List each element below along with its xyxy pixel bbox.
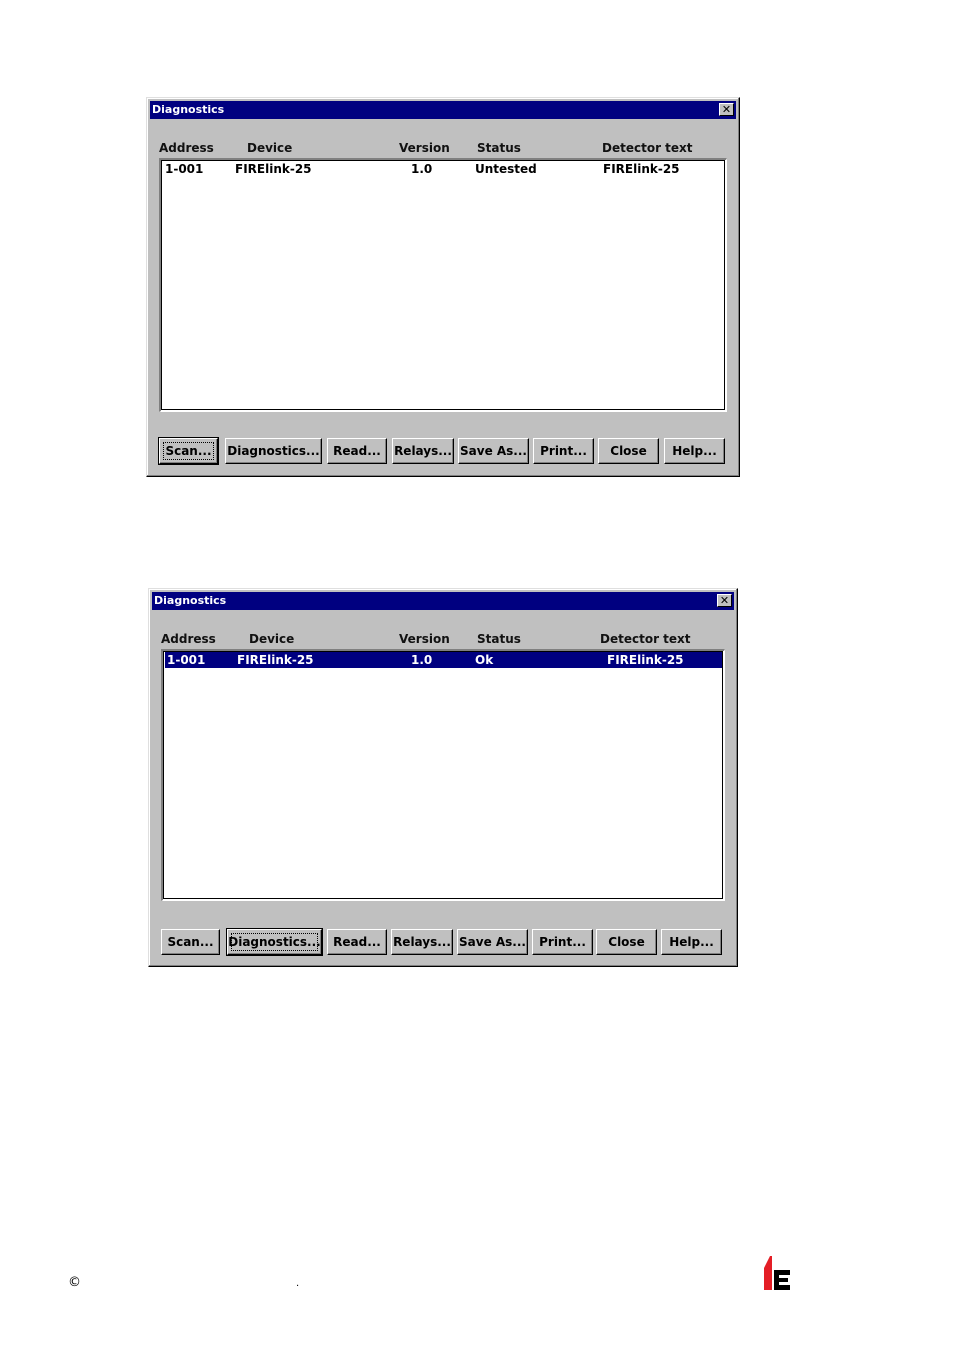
cell-version: 1.0 <box>411 653 433 667</box>
cell-version: 1.0 <box>411 162 433 176</box>
close-button[interactable]: Close <box>596 929 657 955</box>
cell-address: 1-001 <box>165 162 204 176</box>
cell-status: Untested <box>475 162 537 176</box>
cell-status: Ok <box>475 653 494 667</box>
scan-button[interactable]: Scan... <box>158 437 219 465</box>
device-list[interactable]: 1-001 FIRElink-25 1.0 Untested FIRElink-… <box>159 158 727 412</box>
scan-button[interactable]: Scan... <box>161 929 220 955</box>
column-header-version[interactable]: Version <box>399 141 450 155</box>
brand-logo-icon <box>764 1256 790 1290</box>
column-header-address[interactable]: Address <box>161 632 216 646</box>
help-button[interactable]: Help... <box>661 929 722 955</box>
save-as-button[interactable]: Save As... <box>458 438 529 464</box>
table-row[interactable]: 1-001 FIRElink-25 1.0 Untested FIRElink-… <box>163 161 724 177</box>
footer-dot: . <box>296 1278 300 1289</box>
help-button[interactable]: Help... <box>664 438 725 464</box>
column-header-detector-text[interactable]: Detector text <box>600 632 691 646</box>
copyright-symbol: © <box>68 1275 81 1290</box>
cell-device: FIRElink-25 <box>237 653 314 667</box>
column-header-device[interactable]: Device <box>247 141 292 155</box>
column-header-version[interactable]: Version <box>399 632 450 646</box>
dialog-title: Diagnostics <box>152 103 225 116</box>
save-as-button[interactable]: Save As... <box>457 929 528 955</box>
column-header-detector-text[interactable]: Detector text <box>602 141 693 155</box>
close-x-icon[interactable]: ✕ <box>719 103 734 116</box>
column-header-status[interactable]: Status <box>477 141 521 155</box>
close-x-icon[interactable]: ✕ <box>717 594 732 607</box>
print-button[interactable]: Print... <box>532 929 593 955</box>
relays-button[interactable]: Relays... <box>392 438 454 464</box>
column-header-status[interactable]: Status <box>477 632 521 646</box>
table-row-selected[interactable]: 1-001 FIRElink-25 1.0 Ok FIRElink-25 <box>165 652 722 668</box>
close-button[interactable]: Close <box>598 438 659 464</box>
read-button[interactable]: Read... <box>327 929 387 955</box>
relays-button[interactable]: Relays... <box>391 929 453 955</box>
cell-detector-text: FIRElink-25 <box>607 653 684 667</box>
diagnostics-dialog-2: Diagnostics ✕ Address Device Version Sta… <box>148 588 738 967</box>
device-list[interactable]: 1-001 FIRElink-25 1.0 Ok FIRElink-25 <box>161 649 725 901</box>
cell-device: FIRElink-25 <box>235 162 312 176</box>
column-header-address[interactable]: Address <box>159 141 214 155</box>
diagnostics-button[interactable]: Diagnostics... <box>226 928 323 956</box>
print-button[interactable]: Print... <box>533 438 594 464</box>
read-button[interactable]: Read... <box>327 438 387 464</box>
cell-detector-text: FIRElink-25 <box>603 162 680 176</box>
cell-address: 1-001 <box>167 653 206 667</box>
dialog-title-bar[interactable]: Diagnostics ✕ <box>152 592 734 610</box>
dialog-title: Diagnostics <box>154 594 227 607</box>
dialog-title-bar[interactable]: Diagnostics ✕ <box>150 101 736 119</box>
diagnostics-dialog-1: Diagnostics ✕ Address Device Version Sta… <box>146 97 740 477</box>
diagnostics-button[interactable]: Diagnostics... <box>225 438 322 464</box>
column-header-device[interactable]: Device <box>249 632 294 646</box>
